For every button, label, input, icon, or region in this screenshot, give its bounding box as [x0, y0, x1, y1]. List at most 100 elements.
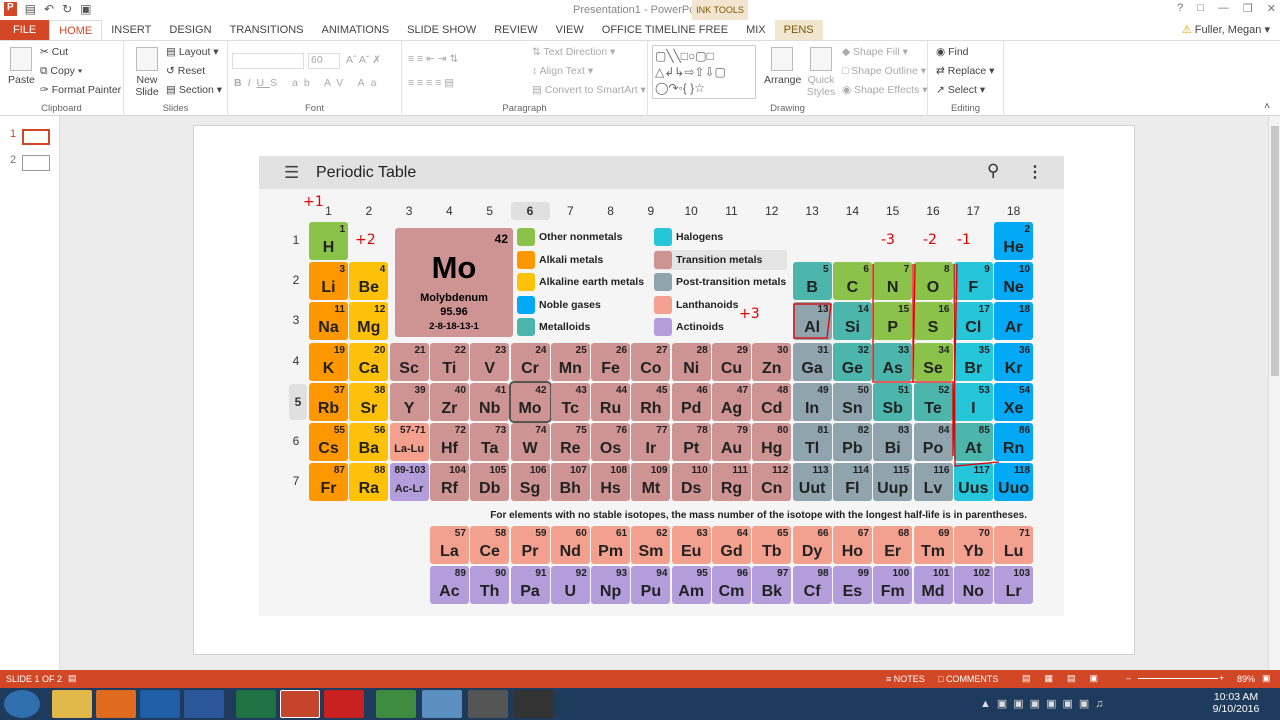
- element-fm[interactable]: 100 Fm: [873, 566, 913, 605]
- element-sg[interactable]: 106 Sg: [510, 463, 550, 502]
- element-si[interactable]: 14 Si: [832, 302, 872, 341]
- element-am[interactable]: 95 Am: [671, 566, 711, 605]
- element-lu[interactable]: 71 Lu: [994, 526, 1034, 564]
- vertical-scrollbar[interactable]: [1268, 116, 1280, 670]
- element-la[interactable]: 57 La: [429, 526, 469, 564]
- element-zr[interactable]: 40 Zr: [429, 382, 469, 421]
- element-pm[interactable]: 61 Pm: [591, 526, 631, 564]
- group-number[interactable]: 13: [793, 204, 832, 218]
- tab-animations[interactable]: ANIMATIONS: [313, 20, 399, 40]
- zoom-level[interactable]: 89%: [1237, 674, 1255, 684]
- zoom-in-button[interactable]: +: [1219, 673, 1224, 683]
- fit-slide-icon[interactable]: ▣: [1262, 673, 1271, 684]
- element-ho[interactable]: 67 Ho: [832, 526, 872, 564]
- group-number[interactable]: 15: [873, 204, 912, 218]
- group-number[interactable]: 17: [954, 204, 993, 218]
- copy-button[interactable]: ⧉ Copy ▾: [40, 65, 82, 78]
- element-sr[interactable]: 38 Sr: [349, 382, 389, 421]
- group-number[interactable]: 14: [833, 204, 872, 218]
- element-ti[interactable]: 22 Ti: [429, 342, 469, 381]
- element-rn[interactable]: 86 Rn: [994, 423, 1034, 461]
- element-lv[interactable]: 116 Lv: [913, 463, 953, 502]
- collapse-ribbon-icon[interactable]: ˄: [1264, 101, 1270, 112]
- help-icon[interactable]: ?: [1177, 2, 1183, 15]
- element-uuo[interactable]: 118 Uuo: [994, 463, 1034, 502]
- word-icon[interactable]: [184, 690, 224, 718]
- period-number[interactable]: 2: [287, 273, 305, 287]
- element-h[interactable]: 1H: [309, 222, 348, 260]
- chrome-icon[interactable]: [376, 690, 416, 718]
- element-rb[interactable]: 37 Rb: [309, 382, 348, 421]
- powerpoint-taskbar-icon[interactable]: [280, 690, 320, 718]
- legend-transition[interactable]: Transition metals: [654, 249, 787, 270]
- text-direction-button[interactable]: ⇅ Text Direction ▾: [532, 46, 615, 58]
- element-in[interactable]: 49 In: [792, 382, 832, 421]
- group-number[interactable]: 5: [470, 204, 509, 218]
- list-buttons[interactable]: ≡ ≡ ⇤ ⇥ ⇅: [408, 53, 458, 65]
- element-he[interactable]: 2 He: [994, 222, 1034, 260]
- element-dy[interactable]: 66 Dy: [792, 526, 832, 564]
- firefox-icon[interactable]: [96, 690, 136, 718]
- element-f[interactable]: 9F: [953, 262, 993, 301]
- element-as[interactable]: 33 As: [873, 342, 913, 381]
- period-number[interactable]: 4: [287, 354, 305, 368]
- new-slide-button[interactable]: New Slide: [132, 47, 162, 98]
- slide-canvas[interactable]: ☰ Periodic Table ⚲ ⋮ 1 2 3 4 5 6 7 8 9 10 11 12 13 14…: [193, 125, 1135, 655]
- restore-icon[interactable]: ❐: [1243, 2, 1253, 15]
- minimize-icon[interactable]: —: [1218, 2, 1229, 15]
- element-cr[interactable]: 24 Cr: [510, 342, 550, 381]
- tab-insert[interactable]: INSERT: [102, 20, 160, 40]
- element-au[interactable]: 79 Au: [712, 423, 751, 461]
- element-o[interactable]: 8O: [913, 262, 953, 301]
- element-uut[interactable]: 113 Uut: [792, 463, 832, 502]
- element-re[interactable]: 75 Re: [550, 423, 590, 461]
- tab-view[interactable]: VIEW: [547, 20, 593, 40]
- element-i[interactable]: 53 I: [953, 382, 993, 421]
- element-se[interactable]: 34 Se: [913, 342, 953, 381]
- tab-design[interactable]: DESIGN: [160, 20, 220, 40]
- element-ar[interactable]: 18 Ar: [994, 302, 1034, 341]
- element-pt[interactable]: 78 Pt: [671, 423, 711, 461]
- group-number[interactable]: 8: [591, 204, 630, 218]
- element-mt[interactable]: 109 Mt: [631, 463, 671, 502]
- element-p[interactable]: 15 P: [873, 302, 913, 341]
- user-account[interactable]: ⚠ Fuller, Megan ▾: [1182, 23, 1270, 36]
- element-sn[interactable]: 50 Sn: [832, 382, 872, 421]
- font-grow-shrink[interactable]: Aˆ Aˇ ✗: [346, 54, 381, 66]
- element-pu[interactable]: 94 Pu: [631, 566, 671, 605]
- element-ba[interactable]: 56 Ba: [349, 423, 389, 461]
- element-sb[interactable]: 51 Sb: [873, 382, 913, 421]
- remote-desktop-icon[interactable]: [422, 690, 462, 718]
- element-w[interactable]: 74 W: [510, 423, 550, 461]
- zoom-slider[interactable]: [1138, 678, 1218, 679]
- outlook-icon[interactable]: [140, 690, 180, 718]
- more-options-icon[interactable]: ⋮: [1027, 162, 1043, 182]
- file-explorer-icon[interactable]: [52, 690, 92, 718]
- shapes-gallery[interactable]: ▢╲╲□○▢□ △↲↳⇨⇧⇩▢ ◯↷◦{ }☆: [652, 45, 756, 99]
- group-number[interactable]: 10: [672, 204, 711, 218]
- arrange-button[interactable]: Arrange: [764, 47, 801, 86]
- element-br[interactable]: 35 Br: [953, 342, 993, 381]
- section-button[interactable]: ▤ Section ▾: [166, 84, 222, 96]
- replace-button[interactable]: ⇄ Replace ▾: [936, 65, 994, 77]
- comments-button[interactable]: □ COMMENTS: [938, 674, 998, 684]
- shape-effects-button[interactable]: ◉ Shape Effects ▾: [842, 84, 927, 96]
- element-mg[interactable]: 12 Mg: [349, 302, 389, 341]
- element-xe[interactable]: 54 Xe: [994, 382, 1034, 421]
- element-po[interactable]: 84 Po: [913, 423, 953, 461]
- element-y[interactable]: 39 Y: [389, 382, 429, 421]
- element-ra[interactable]: 88 Ra: [349, 463, 389, 502]
- font-name-box[interactable]: [232, 53, 304, 69]
- system-tray[interactable]: ▲▣▣▣▣▣▣♫: [980, 697, 1110, 710]
- group-number[interactable]: 2: [349, 204, 388, 218]
- group-number[interactable]: 11: [712, 204, 751, 218]
- paste-button[interactable]: Paste: [8, 47, 35, 86]
- element-sc[interactable]: 21 Sc: [389, 342, 429, 381]
- element-ac[interactable]: 89 Ac: [429, 566, 469, 605]
- quick-styles-button[interactable]: Quick Styles: [804, 47, 838, 98]
- zoom-out-button[interactable]: –: [1126, 673, 1131, 683]
- element-os[interactable]: 76 Os: [591, 423, 631, 461]
- period-number[interactable]: 1: [287, 233, 305, 247]
- element-co[interactable]: 27 Co: [631, 342, 671, 381]
- element-ne[interactable]: 10 Ne: [994, 262, 1034, 301]
